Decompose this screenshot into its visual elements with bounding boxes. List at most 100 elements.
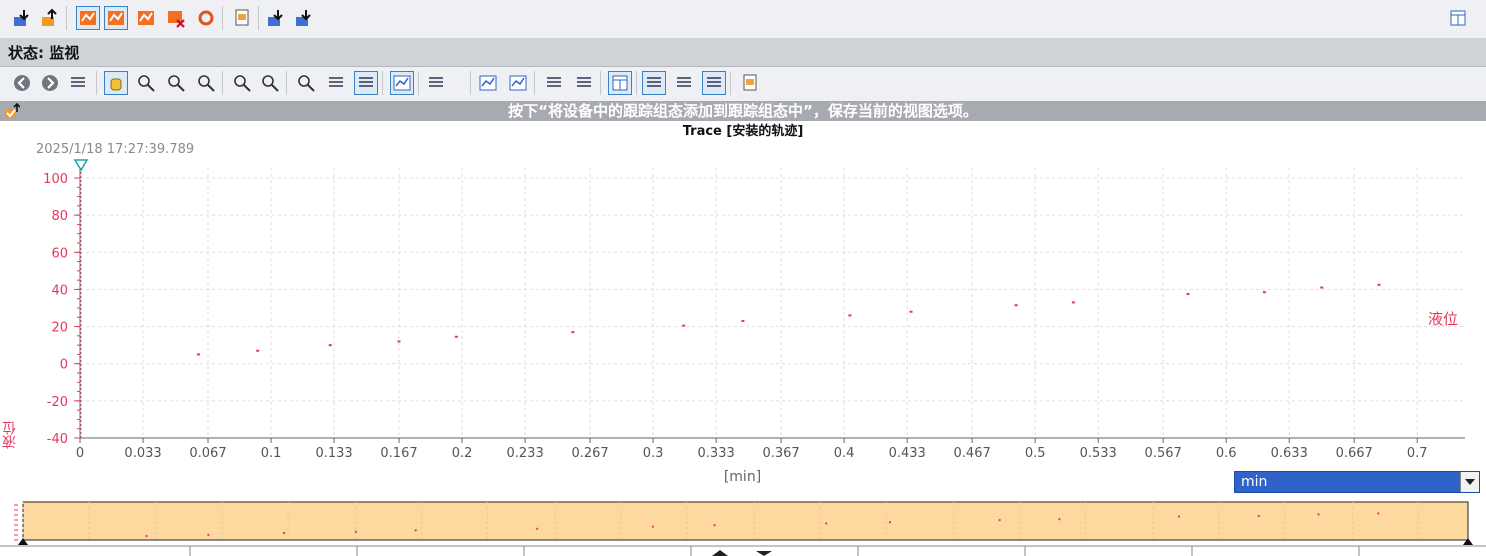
timestamp-icon[interactable]: [424, 71, 448, 95]
zoom-x-100-icon[interactable]: [354, 71, 378, 95]
toolbar-separator: [66, 6, 67, 30]
x-tick-label: 0.1: [261, 446, 282, 461]
y-tick-label: 40: [51, 283, 68, 298]
time-unit-select[interactable]: min: [1234, 471, 1480, 493]
overview-point: [713, 524, 716, 527]
overview-point: [998, 519, 1001, 522]
x-tick-label: 0.467: [954, 446, 991, 461]
overview-point: [1257, 514, 1260, 517]
data-point: [1320, 286, 1324, 289]
refresh-icon[interactable]: [194, 6, 218, 30]
trace-active-icon[interactable]: [104, 6, 128, 30]
panel-toggle-icon[interactable]: [1446, 6, 1470, 30]
hint-bar: 按下“将设备中的跟踪组态添加到跟踪组态中”，保存当前的视图选项。: [0, 101, 1486, 121]
toolbar-separator: [222, 6, 223, 30]
overview-point: [207, 533, 210, 536]
align-left-icon[interactable]: [672, 71, 696, 95]
overview-point: [354, 530, 357, 533]
data-point: [1377, 283, 1381, 286]
y-tick-label: 80: [51, 209, 68, 224]
back-icon[interactable]: [10, 71, 34, 95]
toolbar-separator: [470, 71, 471, 95]
toolbar-separator: [222, 71, 223, 95]
overview-window[interactable]: [22, 501, 1469, 541]
trace-stop-icon[interactable]: [134, 6, 158, 30]
zoom-100-icon[interactable]: [294, 71, 318, 95]
overview-point: [283, 532, 286, 534]
overview-strip[interactable]: [0, 501, 1486, 556]
zoom-in-icon[interactable]: [230, 71, 254, 95]
overview-point: [1058, 518, 1061, 521]
y-tick-label: 20: [51, 321, 68, 336]
data-point: [397, 340, 401, 343]
x-tick-label: 0.567: [1145, 446, 1182, 461]
chart-toolbar: [0, 67, 1486, 100]
data-point: [454, 335, 458, 338]
x-tick-label: 0.533: [1080, 446, 1117, 461]
y-tick-label: 0: [60, 358, 68, 373]
x-tick-label: 0.4: [834, 446, 855, 461]
x-tick-label: 0.367: [762, 446, 799, 461]
legend-icon[interactable]: [642, 71, 666, 95]
x-tick-label: 0.5: [1025, 446, 1046, 461]
zoom-select-icon[interactable]: [134, 71, 158, 95]
horizontal-cursor-icon[interactable]: [572, 71, 596, 95]
toolbar-separator: [418, 71, 419, 95]
fit-icon[interactable]: [390, 71, 414, 95]
chevron-down-icon[interactable]: [1460, 472, 1479, 492]
overview-point: [651, 525, 654, 528]
zoom-x-icon[interactable]: [164, 71, 188, 95]
overview-point: [536, 527, 539, 530]
insert-icon[interactable]: [608, 71, 632, 95]
align-right-icon[interactable]: [702, 71, 726, 95]
status-label: 状态: 监视: [8, 44, 80, 62]
pan-icon[interactable]: [104, 71, 128, 95]
toolbar-separator: [730, 71, 731, 95]
status-bar: 状态: 监视: [0, 38, 1486, 67]
series-label-right: 液位: [1428, 310, 1459, 328]
upload-icon[interactable]: [38, 6, 62, 30]
data-point: [909, 310, 913, 313]
y-tick-label: -40: [47, 432, 68, 447]
zoom-out-icon[interactable]: [258, 71, 282, 95]
y-tick-label: 60: [51, 246, 68, 261]
time-unit-value: min: [1241, 474, 1268, 490]
data-point: [1262, 291, 1266, 294]
measure-point-icon[interactable]: [476, 71, 500, 95]
hint-text: 按下“将设备中的跟踪组态添加到跟踪组态中”，保存当前的视图选项。: [508, 102, 978, 120]
overview-plot[interactable]: [0, 501, 1486, 556]
x-tick-label: 0.067: [189, 446, 226, 461]
plot-background: [80, 168, 1465, 438]
import-icon[interactable]: [292, 6, 316, 30]
save-icon[interactable]: [738, 71, 762, 95]
scroll-up-icon[interactable]: [712, 550, 728, 556]
overview-point: [1178, 515, 1180, 518]
x-tick-label: 0.267: [571, 446, 608, 461]
data-point: [848, 314, 852, 317]
toolbar-separator: [382, 71, 383, 95]
x-tick-label: 0.333: [698, 446, 735, 461]
scroll-down-icon[interactable]: [756, 551, 772, 556]
y-tick-label: -20: [47, 395, 68, 410]
data-point: [328, 344, 332, 347]
overview-point: [1377, 512, 1380, 515]
view-icon[interactable]: [66, 71, 90, 95]
trace-icon[interactable]: [76, 6, 100, 30]
trace-chart[interactable]: 0 0.033 0.067 0.1 0.133 0.167 0.2 0.233 0.267 0.3…: [0, 121, 1486, 501]
x-tick-label: 0: [76, 446, 84, 461]
add-config-icon[interactable]: [230, 6, 254, 30]
trigger-timestamp: 2025/1/18 17:27:39.789: [36, 142, 195, 157]
export-icon[interactable]: [264, 6, 288, 30]
main-toolbar: [0, 0, 1486, 39]
vertical-cursor-icon[interactable]: [542, 71, 566, 95]
measure-line-icon[interactable]: [506, 71, 530, 95]
x-tick-label: 0.167: [380, 446, 417, 461]
zoom-y-icon[interactable]: [194, 71, 218, 95]
x-tick-label: 0.2: [452, 446, 473, 461]
trace-delete-icon[interactable]: [164, 6, 188, 30]
trace-plot[interactable]: 0 0.033 0.067 0.1 0.133 0.167 0.2 0.233 0.267 0.3…: [0, 121, 1486, 501]
zoom-y-100-icon[interactable]: [324, 71, 348, 95]
download-icon[interactable]: [10, 6, 34, 30]
forward-icon[interactable]: [38, 71, 62, 95]
x-tick-label: 0.233: [507, 446, 544, 461]
